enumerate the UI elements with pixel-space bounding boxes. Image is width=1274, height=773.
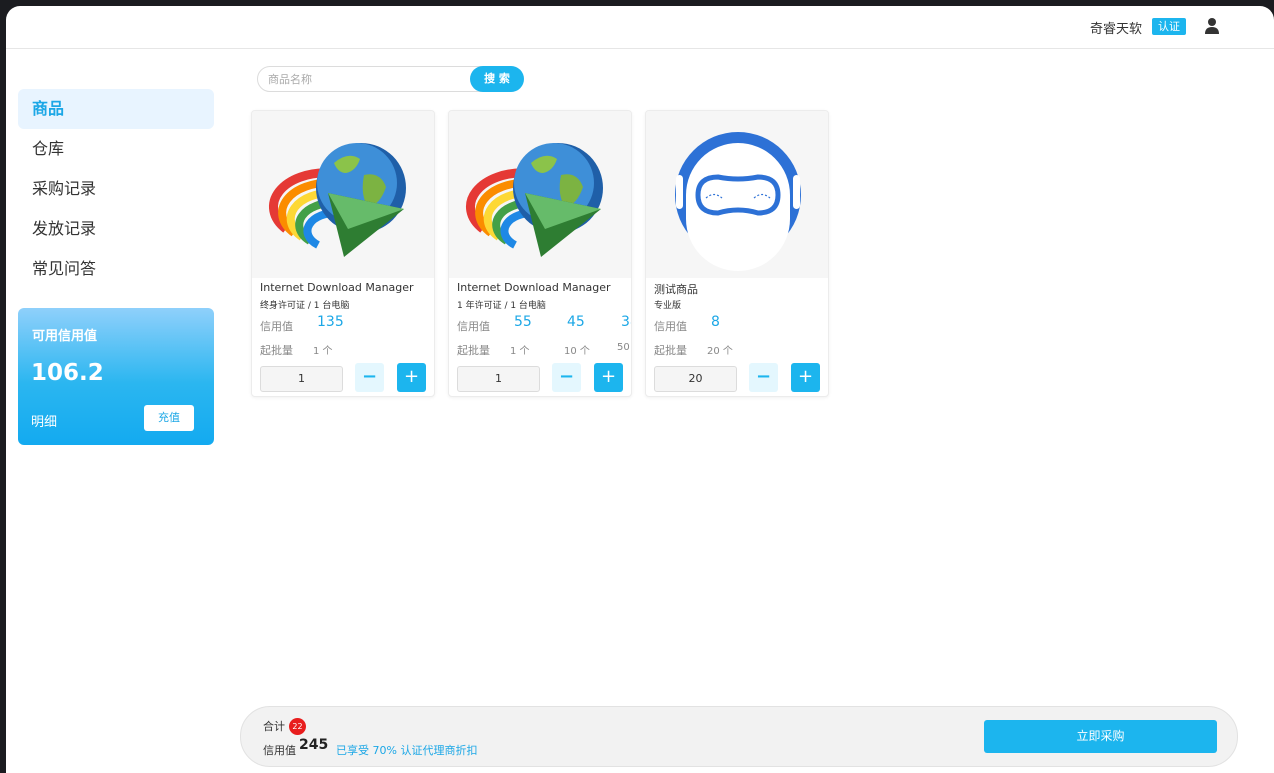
robot-face-icon [675,132,801,271]
increment-button[interactable]: + [397,363,426,392]
cart-footer: 合计 22 信用值 245 已享受 70% 认证代理商折扣 立即采购 [240,706,1238,767]
total-label: 合计 [263,720,285,733]
product-license: 专业版 [654,301,682,311]
company-name[interactable]: 奇睿天软 [1090,18,1142,37]
decrement-button[interactable]: − [355,363,384,392]
user-icon[interactable] [1204,17,1220,35]
product-license: 1 年许可证 / 1 台电脑 [457,301,546,311]
idm-globe-icon [466,143,603,257]
min-order-label: 起批量 [654,344,687,357]
min-order-label: 起批量 [260,344,293,357]
product-card[interactable]: Internet Download Manager 终身许可证 / 1 台电脑 … [251,110,435,397]
product-card[interactable]: 测试商品 专业版 信用值 8 起批量 20 个 20 − + [645,110,829,397]
product-name: Internet Download Manager [260,281,414,294]
quantity-input[interactable]: 20 [654,366,737,392]
product-image [449,111,631,278]
top-bar: 奇睿天软 认证 [6,6,1274,49]
search-input[interactable] [258,67,470,91]
product-name: 测试商品 [654,283,698,296]
sidebar-item-warehouse[interactable]: 仓库 [18,129,214,169]
min-order-value: 1 个 [313,346,333,357]
credit-label: 信用值 [654,320,687,333]
credit-price: 55 [514,314,532,330]
search-button[interactable]: 搜 索 [470,66,524,92]
credit-detail-link[interactable]: 明细 [31,411,57,430]
increment-button[interactable]: + [594,363,623,392]
recharge-button[interactable]: 充值 [144,405,194,431]
product-name: Internet Download Manager [457,281,611,294]
sidebar-nav: 商品 仓库 采购记录 发放记录 常见问答 [18,89,214,289]
sidebar-item-issue-records[interactable]: 发放记录 [18,209,214,249]
cart-count-badge: 22 [289,718,306,735]
sidebar-item-purchase-records[interactable]: 采购记录 [18,169,214,209]
product-license: 终身许可证 / 1 台电脑 [260,301,350,311]
quantity-input[interactable]: 1 [260,366,343,392]
credit-value: 106.2 [31,360,104,386]
sidebar-item-faq[interactable]: 常见问答 [18,249,214,289]
quantity-input[interactable]: 1 [457,366,540,392]
app-window: 奇睿天软 认证 商品 仓库 采购记录 发放记录 常见问答 可用信用值 106.2… [6,6,1274,773]
credit-title: 可用信用值 [32,329,98,344]
credit-price: 8 [711,314,720,330]
discount-text: 已享受 70% 认证代理商折扣 [336,744,478,757]
footer-credit-value: 245 [299,737,329,753]
min-order-value: 10 个 [564,346,590,357]
credit-label: 信用值 [260,320,293,333]
min-order-label: 起批量 [457,344,490,357]
product-image [646,111,828,278]
credit-price: 45 [567,314,585,330]
credit-card: 可用信用值 106.2 明细 充值 [18,308,214,445]
credit-label: 信用值 [457,320,490,333]
idm-globe-icon [269,143,406,257]
search-box: 搜 索 [257,66,524,92]
min-order-value: 1 个 [510,346,530,357]
decrement-button[interactable]: − [749,363,778,392]
product-image [252,111,434,278]
min-order-value: 20 个 [707,346,733,357]
credit-price: 38 [621,314,631,330]
increment-button[interactable]: + [791,363,820,392]
min-order-value: 50 [617,342,630,353]
credit-price: 135 [317,314,344,330]
sidebar-item-products[interactable]: 商品 [18,89,214,129]
footer-credit-label: 信用值 [263,744,296,757]
product-card[interactable]: Internet Download Manager 1 年许可证 / 1 台电脑… [448,110,632,397]
certified-badge: 认证 [1152,18,1186,35]
decrement-button[interactable]: − [552,363,581,392]
buy-now-button[interactable]: 立即采购 [984,720,1217,753]
